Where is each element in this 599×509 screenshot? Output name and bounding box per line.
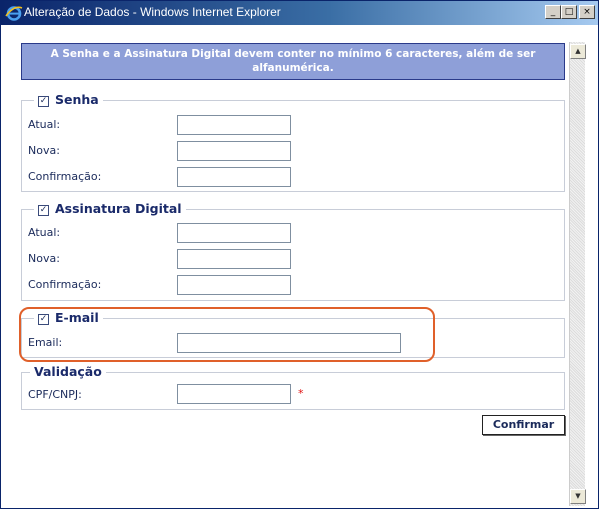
banner-line-2: alfanumérica. — [252, 62, 334, 74]
assinatura-confirmacao-label: Confirmação: — [28, 278, 102, 291]
cpf-input[interactable] — [177, 384, 291, 404]
maximize-button[interactable]: □ — [561, 5, 577, 19]
assinatura-legend-text: Assinatura Digital — [55, 201, 182, 216]
validacao-fieldset: Validação CPF/CNPJ: * — [21, 364, 565, 410]
senha-fieldset: ✓ Senha Atual: Nova: Confirmação: — [21, 92, 565, 192]
senha-atual-label: Atual: — [28, 118, 61, 131]
banner-line-1: A Senha e a Assinatura Digital devem con… — [50, 48, 536, 60]
assinatura-atual-input[interactable] — [177, 223, 291, 243]
scroll-up-arrow-icon[interactable]: ▲ — [570, 44, 586, 59]
assinatura-confirmacao-input[interactable] — [177, 275, 291, 295]
required-asterisk: * — [298, 387, 304, 400]
scroll-down-arrow-icon[interactable]: ▼ — [570, 489, 586, 504]
validacao-legend: Validação — [30, 364, 106, 379]
cpf-label: CPF/CNPJ: — [28, 388, 82, 401]
minimize-button[interactable]: _ — [545, 5, 561, 19]
info-banner: A Senha e a Assinatura Digital devem con… — [21, 43, 565, 80]
senha-confirmacao-label: Confirmação: — [28, 170, 102, 183]
senha-atual-input[interactable] — [177, 115, 291, 135]
title-bar[interactable]: Alteração de Dados - Windows Internet Ex… — [1, 1, 598, 25]
window-title: Alteração de Dados - Windows Internet Ex… — [24, 5, 281, 19]
assinatura-legend: ✓ Assinatura Digital — [34, 201, 186, 216]
assinatura-nova-input[interactable] — [177, 249, 291, 269]
checkbox-checked-icon[interactable]: ✓ — [38, 205, 49, 216]
senha-legend: ✓ Senha — [34, 92, 103, 107]
assinatura-atual-label: Atual: — [28, 226, 61, 239]
ie-icon — [5, 6, 23, 21]
senha-nova-input[interactable] — [177, 141, 291, 161]
vertical-scrollbar[interactable]: ▲ ▼ — [569, 42, 586, 506]
checkbox-checked-icon[interactable]: ✓ — [38, 96, 49, 107]
browser-window: Alteração de Dados - Windows Internet Ex… — [0, 0, 599, 509]
senha-confirmacao-input[interactable] — [177, 167, 291, 187]
senha-legend-text: Senha — [55, 92, 99, 107]
senha-nova-label: Nova: — [28, 144, 60, 157]
confirm-button[interactable]: Confirmar — [482, 415, 565, 435]
close-button[interactable]: × — [579, 5, 595, 19]
assinatura-nova-label: Nova: — [28, 252, 60, 265]
email-highlight-outline — [19, 307, 435, 362]
assinatura-fieldset: ✓ Assinatura Digital Atual: Nova: Confirm… — [21, 201, 565, 301]
